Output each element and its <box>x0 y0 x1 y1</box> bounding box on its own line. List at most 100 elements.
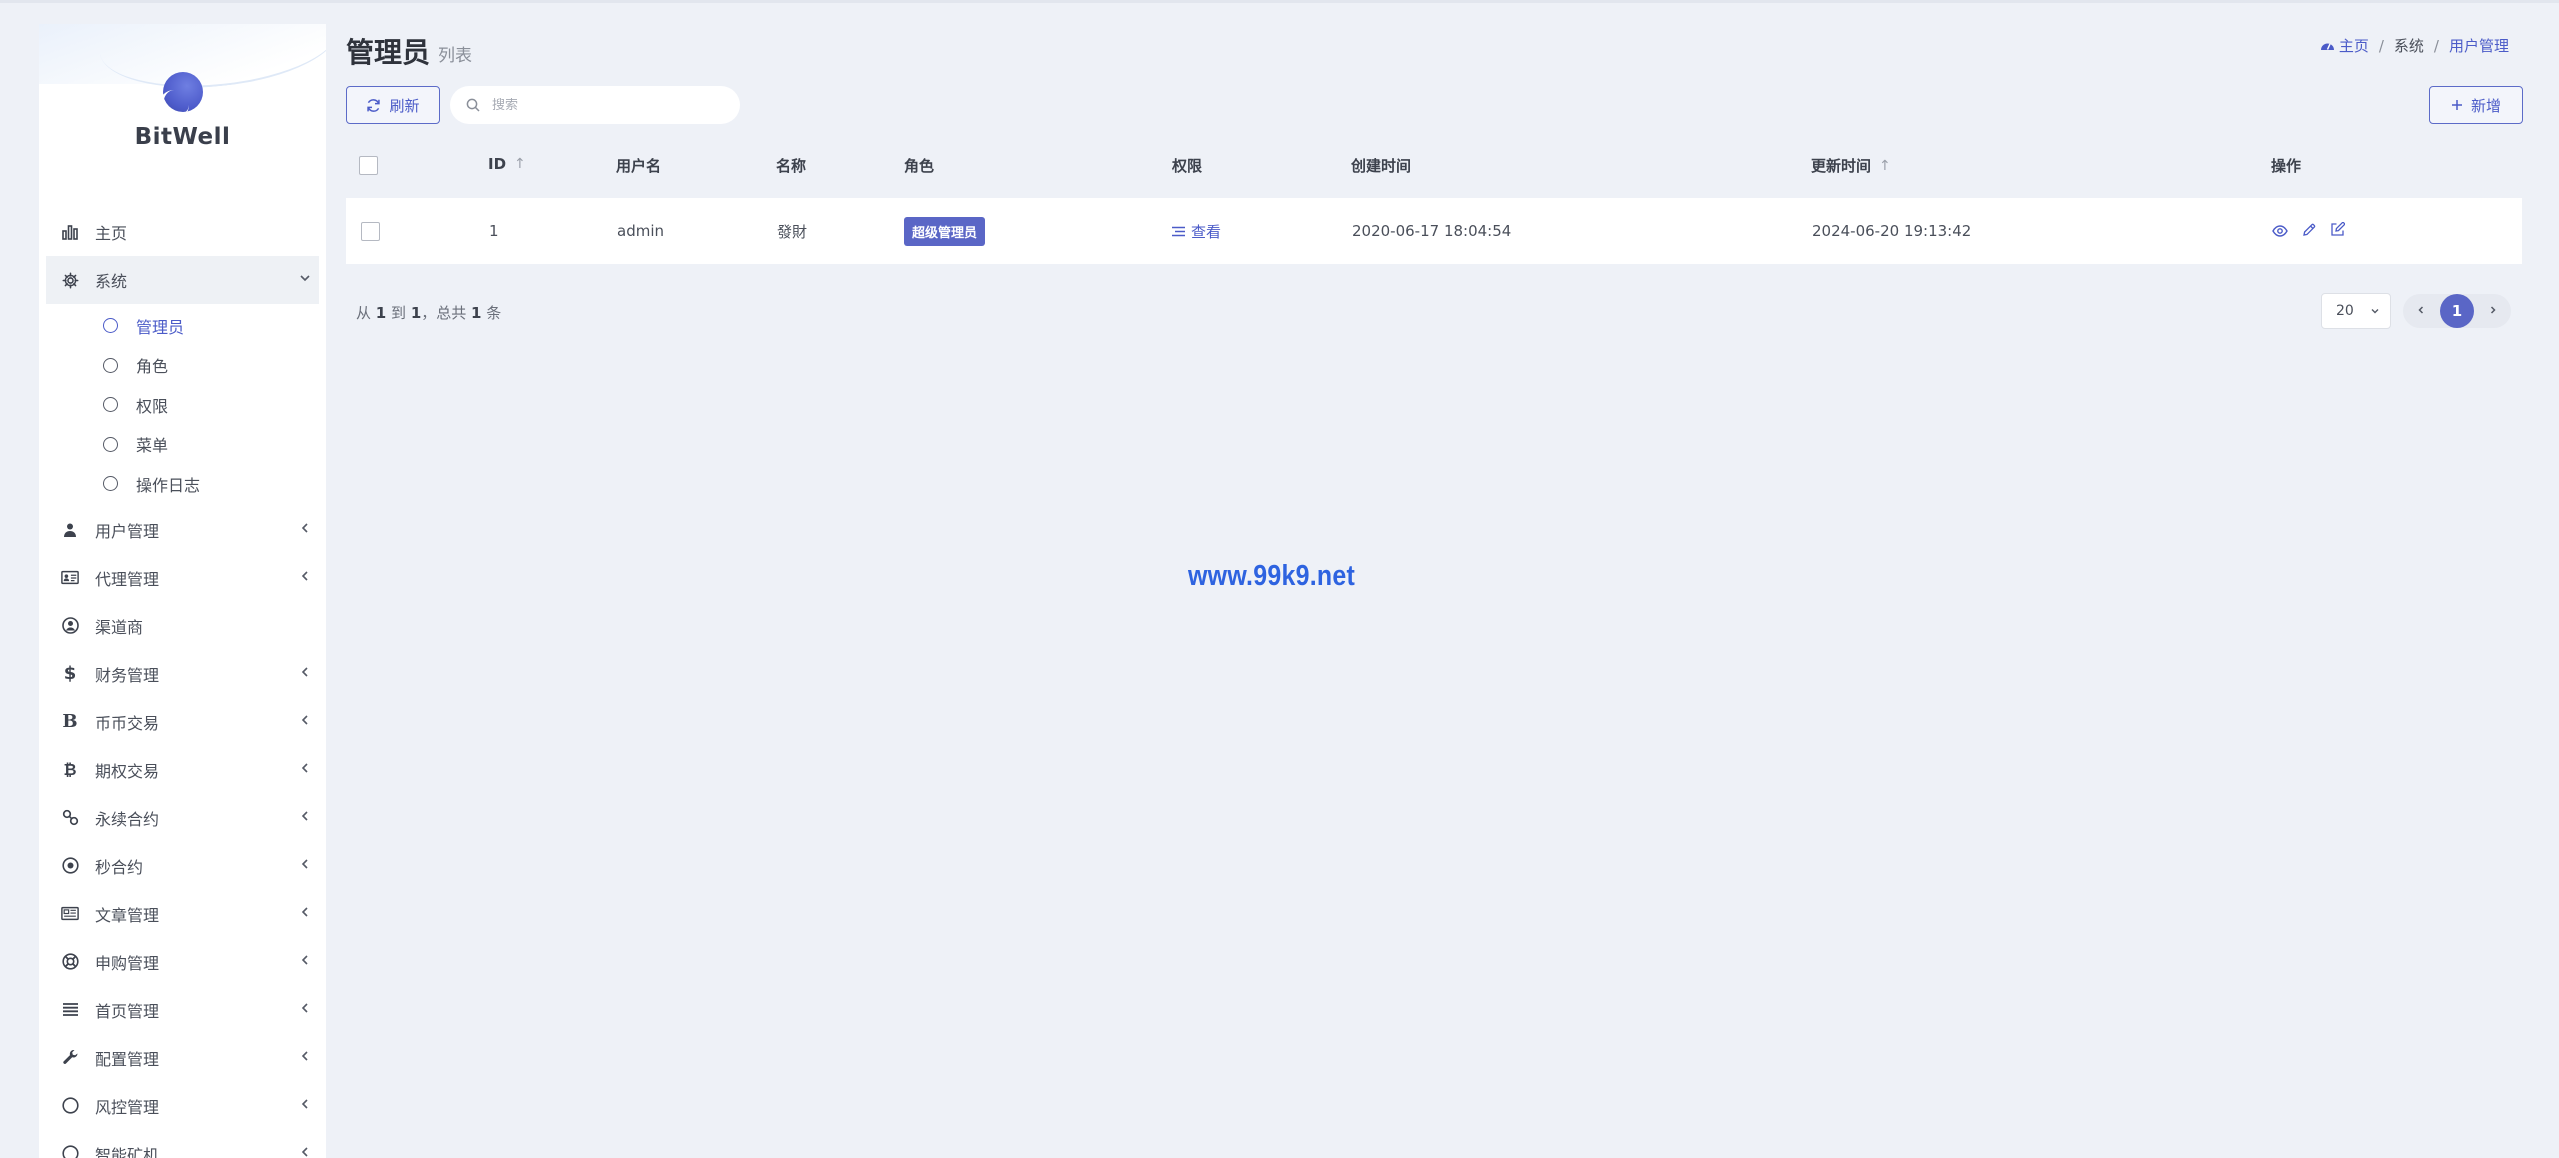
column-header-actions: 操作 <box>2271 155 2301 176</box>
sidebar-item-spot-trading[interactable]: B 币币交易 <box>39 698 326 746</box>
newspaper-icon <box>61 905 79 923</box>
column-header-label: 创建时间 <box>1351 157 1412 175</box>
sidebar-item-label: 文章管理 <box>95 905 160 925</box>
sidebar-item-articles[interactable]: 文章管理 <box>39 890 326 938</box>
row-actions <box>2272 221 2346 241</box>
summary-text-from: 从 <box>356 304 372 322</box>
column-header-role: 角色 <box>904 155 934 176</box>
sidebar-subitem-operation-log[interactable]: 操作日志 <box>39 464 326 504</box>
sidebar-item-label: 风控管理 <box>95 1097 160 1117</box>
sidebar-subitem-menus[interactable]: 菜单 <box>39 425 326 465</box>
add-button[interactable]: 新增 <box>2429 86 2523 124</box>
breadcrumb-home-label: 主页 <box>2338 37 2369 55</box>
search-input[interactable] <box>492 97 712 113</box>
sidebar-subitem-permissions[interactable]: 权限 <box>39 385 326 425</box>
column-header-label: 名称 <box>776 157 807 175</box>
sidebar-subitem-label: 权限 <box>136 396 169 416</box>
sidebar-item-label: 申购管理 <box>95 953 160 973</box>
chevron-left-icon <box>298 810 312 826</box>
chevron-down-icon <box>298 272 312 288</box>
sort-arrow-icon[interactable]: ↑ <box>1879 158 1891 174</box>
chevron-left-icon <box>298 906 312 922</box>
summary-to-value: 1 <box>410 304 422 322</box>
column-header-id[interactable]: ID ↑ <box>488 155 526 173</box>
bar-chart-icon <box>61 223 79 241</box>
summary-text-unit: 条 <box>486 304 502 322</box>
sidebar-item-perpetual[interactable]: 永续合约 <box>39 794 326 842</box>
row-checkbox[interactable] <box>361 221 380 241</box>
chevron-left-icon <box>298 954 312 970</box>
sidebar-item-subscription[interactable]: 申购管理 <box>39 938 326 986</box>
circle-icon <box>61 1145 79 1158</box>
link-icon <box>61 809 79 827</box>
circle-outline-icon <box>103 397 118 413</box>
sort-arrow-icon[interactable]: ↑ <box>514 156 526 172</box>
summary-text-total: ，总共 <box>421 304 467 322</box>
sidebar-item-label: 渠道商 <box>95 617 144 637</box>
chevron-left-icon <box>298 858 312 874</box>
circle-outline-icon <box>103 357 118 373</box>
role-badge: 超级管理员 <box>904 216 986 246</box>
chevron-left-icon <box>298 714 312 730</box>
sidebar-item-risk-control[interactable]: 风控管理 <box>39 1082 326 1130</box>
search-box[interactable] <box>450 86 740 124</box>
column-header-name: 名称 <box>776 155 806 176</box>
sidebar-item-smart-miner[interactable]: 智能矿机 <box>39 1130 326 1158</box>
page-button-current[interactable]: 1 <box>2440 294 2474 328</box>
pagination-summary: 从 1 到 1，总共 1 条 <box>356 302 501 323</box>
lifebuoy-icon <box>61 953 79 971</box>
refresh-button[interactable]: 刷新 <box>346 86 440 124</box>
chevron-right-icon <box>2490 306 2496 314</box>
cell-name: 發財 <box>777 222 808 241</box>
column-header-permission: 权限 <box>1172 155 1202 176</box>
sidebar: BitWell 主页 系统 管理员 角色 权限 菜单 操作日志 用户管理 代理管… <box>39 24 326 1158</box>
sidebar-item-options-trading[interactable]: ₿ 期权交易 <box>39 746 326 794</box>
sidebar-subitem-admins[interactable]: 管理员 <box>39 306 326 346</box>
sidebar-subitem-label: 操作日志 <box>136 475 201 495</box>
wrench-icon <box>61 1049 79 1067</box>
circle-outline-icon <box>103 318 118 334</box>
view-permissions-link[interactable]: 查看 <box>1172 221 1221 242</box>
per-page-select[interactable]: 20 <box>2321 293 2391 329</box>
breadcrumb-user-management[interactable]: 用户管理 <box>2449 35 2509 56</box>
sidebar-item-second-contract[interactable]: 秒合约 <box>39 842 326 890</box>
edit-square-icon[interactable] <box>2330 221 2346 241</box>
sidebar-item-channel[interactable]: 渠道商 <box>39 602 326 650</box>
next-page-button[interactable] <box>2481 303 2505 319</box>
brand-logo[interactable]: BitWell <box>39 72 326 150</box>
per-page-value: 20 <box>2336 303 2354 319</box>
user-icon <box>61 521 79 539</box>
brand-name: BitWell <box>134 124 231 150</box>
summary-total-value: 1 <box>471 304 482 322</box>
chevron-left-icon <box>298 666 312 682</box>
cell-id: 1 <box>489 222 499 240</box>
bars-icon <box>61 1001 79 1019</box>
circle-outline-icon <box>103 436 118 452</box>
list-icon <box>1172 226 1185 236</box>
sidebar-item-home[interactable]: 主页 <box>39 208 326 256</box>
page-subtitle: 列表 <box>438 46 472 66</box>
sidebar-item-config-management[interactable]: 配置管理 <box>39 1034 326 1082</box>
sidebar-item-agent-management[interactable]: 代理管理 <box>39 554 326 602</box>
breadcrumb-system[interactable]: 系统 <box>2394 35 2424 56</box>
cell-permission: 查看 <box>1172 198 1221 264</box>
select-all-cell <box>359 156 378 175</box>
select-all-checkbox[interactable] <box>359 156 378 175</box>
eye-icon[interactable] <box>2272 222 2288 241</box>
sidebar-item-finance[interactable]: $ 财务管理 <box>39 650 326 698</box>
sidebar-item-user-management[interactable]: 用户管理 <box>39 506 326 554</box>
sidebar-item-system[interactable]: 系统 <box>46 256 319 304</box>
breadcrumb-home[interactable]: 主页 <box>2320 35 2369 56</box>
sidebar-item-homepage-management[interactable]: 首页管理 <box>39 986 326 1034</box>
chevron-left-icon <box>298 1050 312 1066</box>
sidebar-item-label: 期权交易 <box>95 761 160 781</box>
column-header-updated-at[interactable]: 更新时间 ↑ <box>1811 155 1891 176</box>
btc-icon: ₿ <box>63 759 77 779</box>
pencil-icon[interactable] <box>2302 222 2316 241</box>
prev-page-button[interactable] <box>2409 303 2433 319</box>
column-header-label: 权限 <box>1172 157 1203 175</box>
circle-outline-icon <box>103 476 118 492</box>
cell-updated-at: 2024-06-20 19:13:42 <box>1812 222 1972 240</box>
circle-icon <box>61 1097 79 1115</box>
sidebar-subitem-roles[interactable]: 角色 <box>39 346 326 386</box>
